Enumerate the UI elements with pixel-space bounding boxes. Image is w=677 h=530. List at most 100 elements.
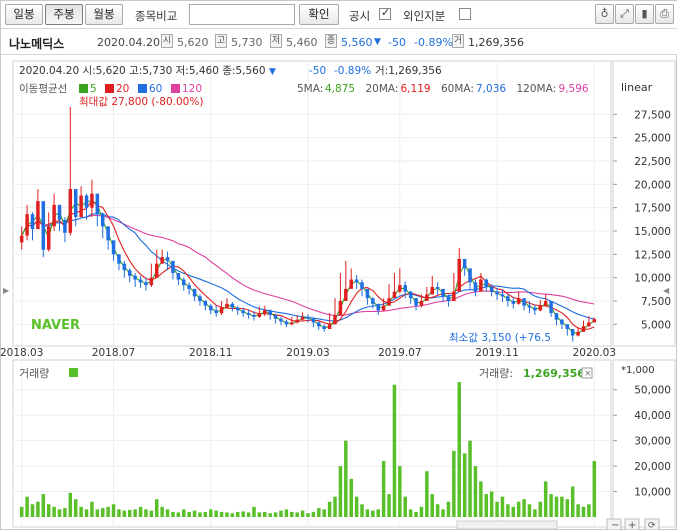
ma-legend-label: 5 [90, 83, 97, 95]
volume-bar [154, 499, 159, 517]
candle-body [52, 204, 56, 227]
volume-value: 1,269,356 [523, 367, 585, 380]
volume-bar [192, 510, 197, 517]
scrollbar[interactable] [456, 520, 558, 530]
volume-bar [435, 504, 440, 517]
candle-body [581, 326, 586, 332]
naver-logo: NAVER [31, 318, 80, 333]
candle-body [273, 315, 278, 319]
candle-body [468, 268, 472, 283]
candle-body [84, 195, 89, 208]
volume-bar [198, 512, 202, 517]
info-volume: 1,269,356 [468, 36, 524, 49]
volume-bar [95, 509, 100, 517]
candle-body [554, 313, 559, 320]
ma-value: 6,119 [401, 83, 431, 95]
volume-bar [441, 509, 445, 517]
volume-bar [30, 504, 35, 517]
candle-body [522, 298, 526, 306]
line-tool-icon[interactable]: ⤢ [615, 4, 634, 24]
volume-bar [68, 492, 73, 517]
candle-body [127, 270, 132, 276]
compare-input[interactable] [189, 4, 295, 25]
volume-bar [500, 496, 505, 517]
volume-bar [327, 501, 332, 517]
weekly-button[interactable]: 주봉 [45, 4, 83, 25]
candle-body [365, 288, 370, 299]
volume-legend-swatch [69, 368, 78, 377]
low-badge: 저 [270, 34, 282, 48]
candle-body [511, 301, 516, 304]
down-arrow-icon: ▼ [374, 37, 381, 47]
volume-bar [479, 481, 483, 517]
candle-body [117, 254, 121, 264]
confirm-button[interactable]: 확인 [299, 4, 339, 25]
volume-bar [365, 509, 370, 517]
ma-value-label: 60MA: [441, 83, 474, 95]
candle-body [263, 310, 267, 314]
candle-body [225, 303, 229, 308]
volume-bar [581, 506, 586, 517]
candle-body [68, 189, 73, 233]
date-tick-label: 2019.03 [286, 347, 329, 359]
volume-bar [403, 496, 407, 517]
close-icon: × [584, 369, 592, 379]
candle-body [160, 257, 164, 264]
ma-legend-swatch [138, 84, 147, 93]
volume-bar [79, 506, 83, 517]
volume-bar [587, 504, 591, 517]
candle-body [452, 291, 456, 301]
candle-body [311, 318, 316, 323]
volume-unit: *1,000 [621, 365, 655, 376]
layout-icon[interactable]: ▮ [635, 4, 654, 24]
monthly-button[interactable]: 월봉 [85, 4, 123, 25]
volume-bar [209, 509, 213, 517]
candle-body [90, 193, 94, 208]
info-date: 2020.04.20 [97, 36, 160, 49]
volume-bar [236, 511, 240, 517]
candle-body [462, 259, 467, 269]
scroll-right-icon[interactable]: ◀ [663, 286, 670, 295]
volume-bar [106, 506, 110, 517]
drawing-tool-icon[interactable]: ♁ [595, 4, 614, 24]
info-open: 5,620 [177, 36, 209, 49]
stock-name: 나노메딕스 [9, 37, 65, 51]
candle-body [408, 291, 413, 299]
candle-body [192, 288, 197, 297]
candle-body [349, 279, 353, 289]
candle-body [203, 301, 208, 306]
candle-body [381, 305, 386, 311]
volume-bar [225, 512, 229, 517]
max-annotation: 최대값 27,800 (-80.00%) [79, 96, 203, 108]
volume-bar [344, 440, 348, 517]
volume-bar [279, 510, 283, 517]
daily-button[interactable]: 일봉 [5, 4, 43, 25]
volume-bar [133, 509, 137, 517]
price-tick-label: 22,500 [634, 156, 671, 168]
ma-legend-swatch [105, 84, 114, 93]
candle-body [171, 260, 175, 273]
candle-body [284, 321, 289, 325]
volume-tick-label: 10,000 [634, 487, 671, 499]
print-icon[interactable]: ⎙ [655, 4, 674, 24]
disclosure-checkbox[interactable] [379, 6, 391, 20]
candle-body [290, 322, 294, 325]
volume-badge: 거 [452, 34, 464, 48]
candle-body [538, 305, 543, 311]
volume-bar [543, 481, 548, 517]
candle-body [576, 331, 580, 336]
volume-bar [549, 494, 553, 517]
volume-bar [419, 506, 424, 517]
date-axis: 2018.03 2018.07 2018.11 2019.03 2019.07 2019.… [1, 347, 616, 359]
candle-body [592, 319, 597, 323]
volume-bar [516, 501, 521, 517]
foreign-checkbox[interactable] [459, 8, 471, 20]
candle-body [479, 279, 483, 292]
volume-bar [290, 511, 294, 517]
candle-body [419, 301, 424, 306]
candle-body [360, 282, 364, 289]
volume-bar [122, 510, 127, 517]
candle-body [246, 313, 251, 315]
volume-bar [203, 511, 208, 517]
scroll-left-icon[interactable]: ▶ [3, 286, 10, 295]
